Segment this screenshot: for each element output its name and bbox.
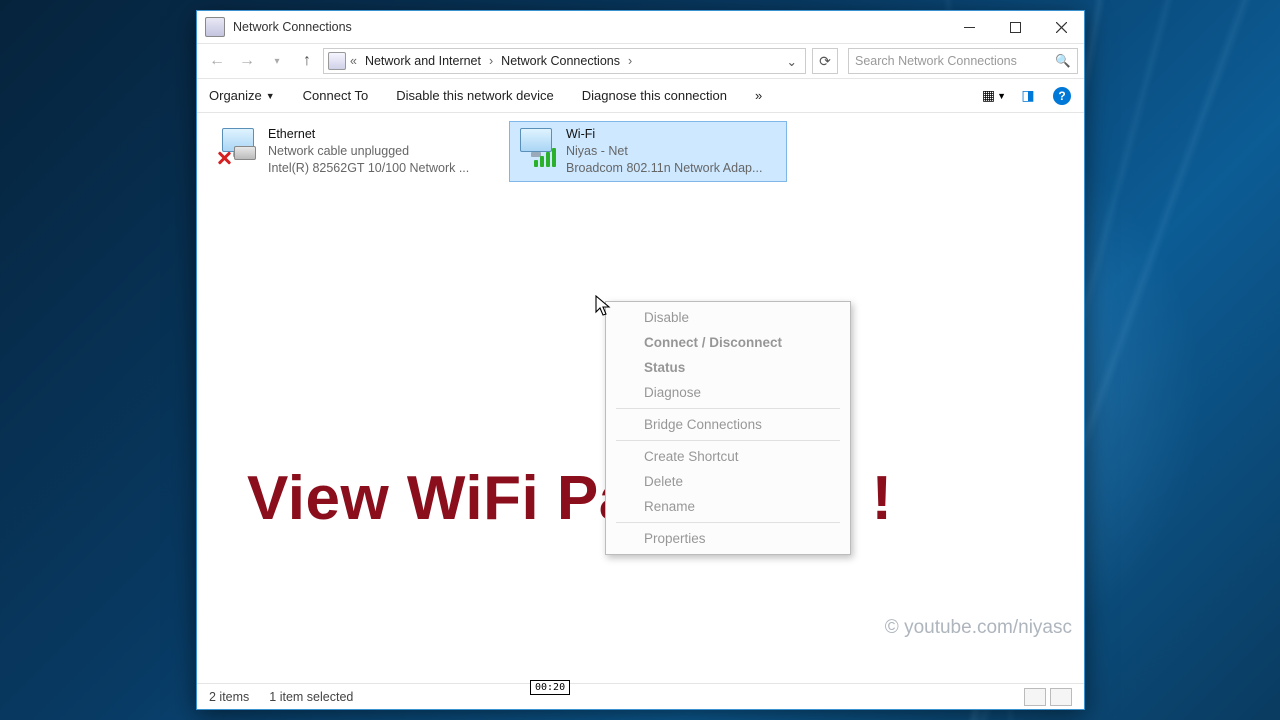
toolbar-overflow[interactable]: »: [753, 84, 764, 107]
video-timestamp: 00:20: [530, 680, 570, 695]
ctx-bridge[interactable]: Bridge Connections: [608, 412, 848, 437]
adapter-wifi[interactable]: Wi-Fi Niyas - Net Broadcom 802.11n Netwo…: [509, 121, 787, 182]
ctx-properties[interactable]: Properties: [608, 526, 848, 551]
window-title: Network Connections: [233, 20, 946, 34]
content-area[interactable]: Ethernet Network cable unplugged Intel(R…: [197, 113, 1084, 683]
maximize-button[interactable]: [992, 11, 1038, 43]
titlebar: Network Connections: [197, 11, 1084, 43]
breadcrumb-prefix: «: [348, 54, 359, 68]
disconnected-x-icon: [216, 150, 232, 166]
breadcrumb-sep: ›: [626, 54, 634, 68]
adapter-status: Network cable unplugged: [268, 143, 469, 160]
adapter-device: Intel(R) 82562GT 10/100 Network ...: [268, 160, 469, 177]
ctx-separator: [616, 408, 840, 409]
adapter-status: Niyas - Net: [566, 143, 762, 160]
breadcrumb-item[interactable]: Network and Internet: [361, 52, 485, 70]
location-icon: [328, 52, 346, 70]
view-details-button[interactable]: [1024, 688, 1046, 706]
status-bar: 2 items 1 item selected: [197, 683, 1084, 709]
disable-device-button[interactable]: Disable this network device: [394, 84, 556, 107]
explorer-window: Network Connections ← → ▾ ↑ « Network an…: [196, 10, 1085, 710]
breadcrumb-item[interactable]: Network Connections: [497, 52, 624, 70]
connect-to-button[interactable]: Connect To: [301, 84, 371, 107]
ctx-status[interactable]: Status: [608, 355, 848, 380]
back-button: ←: [203, 47, 231, 75]
wifi-icon: [514, 126, 558, 166]
ctx-rename[interactable]: Rename: [608, 494, 848, 519]
command-toolbar: Organize▼ Connect To Disable this networ…: [197, 79, 1084, 113]
ctx-separator: [616, 522, 840, 523]
ctx-separator: [616, 440, 840, 441]
status-selected-count: 1 item selected: [269, 690, 353, 704]
preview-pane-button[interactable]: ◨: [1016, 84, 1040, 108]
adapter-name: Ethernet: [268, 126, 469, 143]
ctx-delete[interactable]: Delete: [608, 469, 848, 494]
window-icon: [205, 17, 225, 37]
close-button[interactable]: [1038, 11, 1084, 43]
search-box[interactable]: Search Network Connections 🔍: [848, 48, 1078, 74]
recent-dropdown[interactable]: ▾: [263, 47, 291, 75]
search-icon: 🔍: [1055, 54, 1071, 69]
signal-bars-icon: [534, 148, 556, 167]
help-button[interactable]: ?: [1050, 84, 1074, 108]
adapter-ethernet[interactable]: Ethernet Network cable unplugged Intel(R…: [211, 121, 489, 182]
ctx-connect-disconnect[interactable]: Connect / Disconnect: [608, 330, 848, 355]
adapter-device: Broadcom 802.11n Network Adap...: [566, 160, 762, 177]
minimize-button[interactable]: [946, 11, 992, 43]
ctx-disable[interactable]: Disable: [608, 305, 848, 330]
ethernet-icon: [216, 126, 260, 166]
breadcrumb-sep: ›: [487, 54, 495, 68]
ctx-create-shortcut[interactable]: Create Shortcut: [608, 444, 848, 469]
forward-button: →: [233, 47, 261, 75]
view-icons-button[interactable]: [1050, 688, 1072, 706]
organize-menu[interactable]: Organize▼: [207, 84, 277, 107]
search-placeholder: Search Network Connections: [855, 54, 1017, 68]
adapter-name: Wi-Fi: [566, 126, 762, 143]
status-item-count: 2 items: [209, 690, 249, 704]
diagnose-button[interactable]: Diagnose this connection: [580, 84, 729, 107]
ctx-diagnose[interactable]: Diagnose: [608, 380, 848, 405]
context-menu: Disable Connect / Disconnect Status Diag…: [605, 301, 851, 555]
video-watermark: © youtube.com/niyasc: [885, 617, 1072, 639]
breadcrumb[interactable]: « Network and Internet › Network Connect…: [323, 48, 806, 74]
mouse-cursor-icon: [595, 295, 613, 319]
refresh-button[interactable]: ⟳: [812, 48, 838, 74]
breadcrumb-dropdown[interactable]: ⌄: [783, 54, 801, 69]
address-bar: ← → ▾ ↑ « Network and Internet › Network…: [197, 43, 1084, 79]
view-options-button[interactable]: ▦▼: [982, 84, 1006, 108]
up-button[interactable]: ↑: [293, 47, 321, 75]
